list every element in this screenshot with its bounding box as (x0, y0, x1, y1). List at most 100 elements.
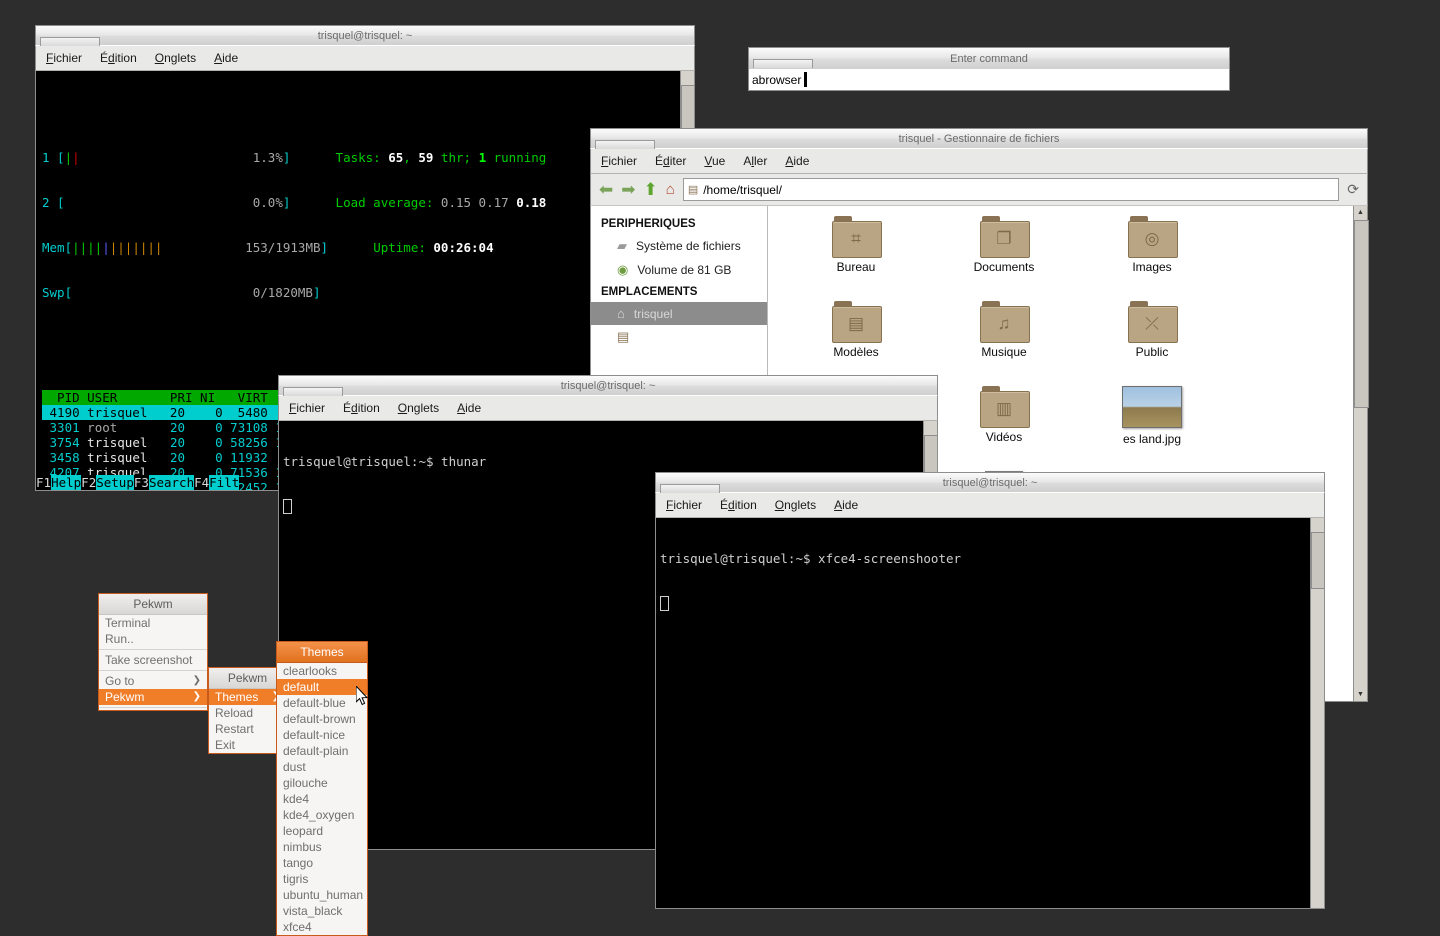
menu-item[interactable]: leopard (277, 823, 367, 839)
enter-command-dialog[interactable]: Enter command abrowser (748, 47, 1230, 91)
pekwm-root-menu-title: Pekwm (99, 594, 207, 615)
htop-fkey[interactable]: F1 (36, 475, 52, 490)
menu-separator (99, 649, 207, 650)
file-icon-item[interactable]: ◎ Images (1078, 216, 1226, 301)
scroll-down-icon[interactable]: ▼ (1354, 688, 1367, 701)
thunar-prompt: trisquel@trisquel:~$ (283, 454, 434, 469)
htop-fkey-label[interactable]: Filt (209, 475, 240, 490)
fm-menu-editer[interactable]: Éditer (655, 154, 686, 168)
menu-aide[interactable]: Aide (457, 401, 481, 415)
scroll-thumb[interactable] (1311, 532, 1324, 589)
home-icon[interactable]: ⌂ (666, 181, 675, 198)
back-arrow-icon[interactable]: ⬅ (599, 180, 613, 200)
menu-item[interactable]: Take screenshot (99, 652, 207, 668)
menu-item[interactable]: Pekwm ❯ (99, 689, 207, 705)
menu-item-label: tango (283, 856, 314, 870)
menu-onglets[interactable]: Onglets (155, 51, 196, 65)
fm-menu-aide[interactable]: Aide (785, 154, 809, 168)
htop-fkey[interactable]: F2 (81, 475, 97, 490)
menu-item[interactable]: dust (277, 759, 367, 775)
file-icon-item[interactable]: es land.jpg (1078, 386, 1226, 471)
file-icon-item[interactable]: ⤫ Public (1078, 301, 1226, 386)
menu-edition[interactable]: Édition (720, 498, 757, 512)
file-manager-scrollbar[interactable]: ▲ ▼ (1353, 206, 1369, 701)
menu-item[interactable]: kde4_oxygen (277, 807, 367, 823)
htop-fkey-label[interactable]: Setup (96, 475, 134, 490)
menu-item[interactable]: kde4 (277, 791, 367, 807)
up-arrow-icon[interactable]: ⬆ (644, 180, 658, 200)
swp-label: Swp (42, 285, 65, 300)
menu-item[interactable]: default-nice (277, 727, 367, 743)
command-dialog-title: Enter command (950, 52, 1028, 65)
htop-menubar[interactable]: FFichierichier Édition Onglets Aide (35, 45, 695, 71)
file-icon-item[interactable]: ▥ Vidéos (930, 386, 1078, 471)
menu-onglets[interactable]: Onglets (398, 401, 439, 415)
menu-item[interactable]: vista_black (277, 903, 367, 919)
menu-item[interactable]: default-brown (277, 711, 367, 727)
file-icon-item[interactable]: ❐ Documents (930, 216, 1078, 301)
menu-item[interactable]: gilouche (277, 775, 367, 791)
pekwm-root-menu[interactable]: Pekwm Terminal Run.. Take screenshot Go to ❯… (98, 593, 208, 711)
htop-fkey[interactable]: F4 (194, 475, 210, 490)
menu-item[interactable]: clearlooks (277, 663, 367, 679)
sidebar-item-filesystem[interactable]: ▰ Système de fichiers (591, 234, 767, 258)
menu-aide[interactable]: Aide (214, 51, 238, 65)
menu-fichier[interactable]: FFichierichier (46, 51, 82, 65)
htop-fkey[interactable]: F3 (133, 475, 149, 490)
fm-menu-fichier[interactable]: Fichier (601, 154, 637, 168)
file-manager-toolbar[interactable]: ⬅ ➡ ⬆ ⌂ ▤ /home/trisquel/ ⟳ (590, 174, 1368, 206)
command-input[interactable]: abrowser (748, 69, 1230, 91)
menu-edition[interactable]: Édition (343, 401, 380, 415)
path-entry[interactable]: ▤ /home/trisquel/ (682, 178, 1340, 201)
menu-item[interactable]: Go to ❯ (99, 673, 207, 689)
scroll-thumb[interactable] (1354, 220, 1369, 408)
menu-item[interactable]: tigris (277, 871, 367, 887)
menu-item[interactable]: default-blue (277, 695, 367, 711)
screenshooter-terminal-body[interactable]: trisquel@trisquel:~$ xfce4-screenshooter… (655, 518, 1325, 909)
menu-aide[interactable]: Aide (834, 498, 858, 512)
thunar-terminal-menubar[interactable]: Fichier Édition Onglets Aide (278, 395, 938, 421)
menu-fichier[interactable]: Fichier (666, 498, 702, 512)
menu-item[interactable]: Terminal (99, 615, 207, 631)
menu-item[interactable]: ubuntu_human (277, 887, 367, 903)
sidebar-item-partial[interactable]: ▤ (591, 325, 767, 349)
chevron-right-icon: ❯ (192, 675, 201, 686)
screenshooter-terminal-scrollbar[interactable]: ▲ (1310, 518, 1324, 908)
menu-item[interactable]: xfce4 (277, 919, 367, 935)
fm-menu-aller[interactable]: Aller (743, 154, 767, 168)
file-manager-titlebar[interactable]: trisquel - Gestionnaire de fichiers (590, 128, 1368, 149)
file-icon-item[interactable]: ♫ Musique (930, 301, 1078, 386)
menu-item[interactable]: Restart (209, 721, 286, 737)
file-manager-menubar[interactable]: Fichier Éditer Vue Aller Aide (590, 148, 1368, 174)
menu-item[interactable]: default (277, 679, 367, 695)
htop-titlebar[interactable]: trisquel@trisquel: ~ (35, 25, 695, 46)
reload-icon[interactable]: ⟳ (1347, 181, 1359, 198)
file-icon-item[interactable]: ⌗ Bureau (782, 216, 930, 301)
menu-item[interactable]: Run.. (99, 631, 207, 647)
menu-fichier[interactable]: Fichier (289, 401, 325, 415)
menu-item[interactable]: Reload (209, 705, 286, 721)
menu-item[interactable]: Themes❯ (209, 689, 286, 705)
load-label: Load average: (335, 195, 434, 210)
menu-item-label: xfce4 (283, 920, 312, 934)
menu-item[interactable]: default-plain (277, 743, 367, 759)
htop-fkey-label[interactable]: Search (148, 475, 195, 490)
fm-menu-vue[interactable]: Vue (704, 154, 725, 168)
htop-fkey-label[interactable]: Help (51, 475, 82, 490)
terminal-window-screenshooter[interactable]: trisquel@trisquel: ~ Fichier Édition Ong… (655, 472, 1325, 909)
sidebar-item-volume[interactable]: ◉ Volume de 81 GB (591, 258, 767, 282)
screenshooter-terminal-menubar[interactable]: Fichier Édition Onglets Aide (655, 492, 1325, 518)
menu-item[interactable]: nimbus (277, 839, 367, 855)
menu-onglets[interactable]: Onglets (775, 498, 816, 512)
menu-edition[interactable]: Édition (100, 51, 137, 65)
screenshooter-terminal-titlebar[interactable]: trisquel@trisquel: ~ (655, 472, 1325, 493)
menu-item[interactable]: Exit (209, 737, 286, 753)
scroll-up-icon[interactable]: ▲ (1354, 206, 1367, 219)
thunar-terminal-titlebar[interactable]: trisquel@trisquel: ~ (278, 375, 938, 396)
forward-arrow-icon[interactable]: ➡ (621, 180, 635, 200)
menu-item[interactable]: tango (277, 855, 367, 871)
sidebar-item-trisquel[interactable]: ⌂ trisquel (591, 302, 767, 325)
command-dialog-titlebar[interactable]: Enter command (748, 47, 1230, 69)
file-icon-item[interactable]: ▤ Modèles (782, 301, 930, 386)
pekwm-themes-menu[interactable]: Themes clearlooks default default-blue defa… (276, 641, 368, 936)
